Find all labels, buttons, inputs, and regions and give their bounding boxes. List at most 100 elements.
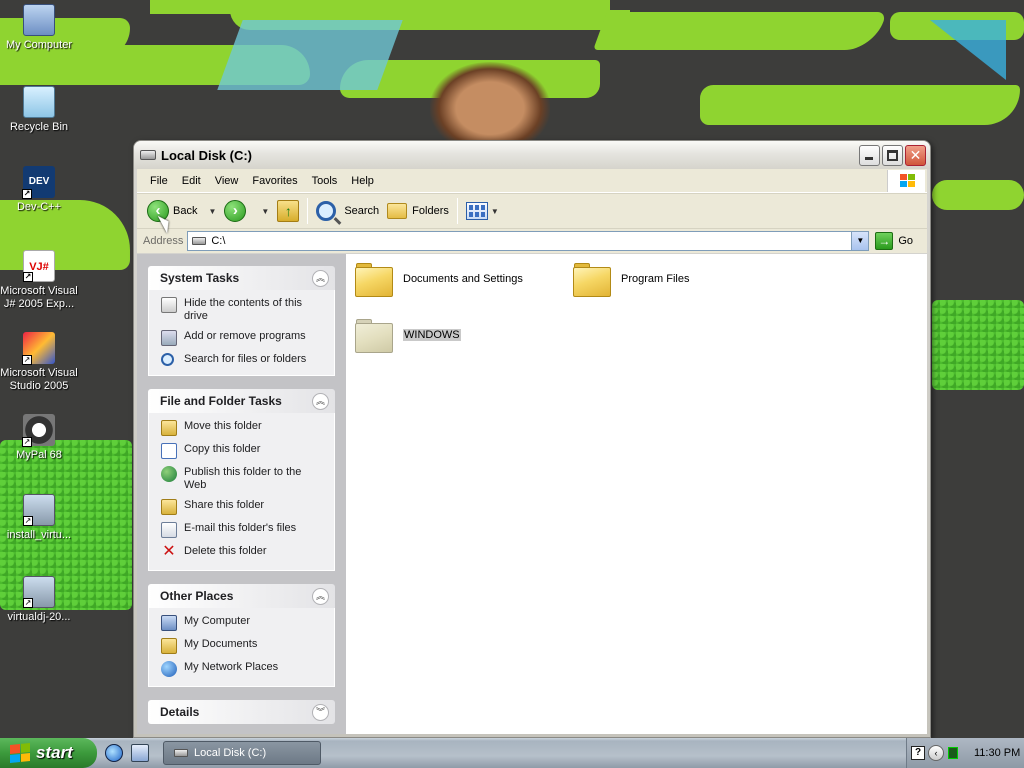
mypal-icon: ↗ bbox=[22, 414, 55, 447]
clock[interactable]: 11:30 PM bbox=[974, 747, 1020, 759]
expand-icon[interactable]: ︾ bbox=[312, 703, 329, 721]
panel-header[interactable]: File and Folder Tasks ︽ bbox=[148, 389, 335, 413]
start-button[interactable]: start bbox=[0, 738, 97, 768]
up-button[interactable]: ↑ bbox=[273, 196, 303, 226]
folder-item-selected[interactable]: WINDOWS bbox=[355, 317, 461, 353]
toolbar-separator bbox=[456, 198, 458, 224]
folders-icon bbox=[387, 203, 408, 219]
menu-edit[interactable]: Edit bbox=[175, 171, 208, 191]
task-move-folder[interactable]: Move this folder bbox=[161, 420, 326, 436]
search-icon bbox=[161, 353, 174, 366]
collapse-icon[interactable]: ︽ bbox=[312, 587, 329, 605]
drive-icon bbox=[174, 749, 188, 757]
task-publish-folder[interactable]: Publish this folder to the Web bbox=[161, 466, 326, 492]
desktop-icon-visual-studio[interactable]: ↗ Microsoft Visual Studio 2005 bbox=[0, 332, 78, 393]
place-my-computer[interactable]: My Computer bbox=[161, 615, 326, 631]
system-tray: ? ‹ 11:30 PM bbox=[906, 738, 1024, 768]
folder-icon bbox=[355, 261, 393, 297]
recycle-bin-icon bbox=[23, 86, 55, 118]
dev-cpp-icon: DEV ↗ bbox=[22, 166, 55, 199]
show-desktop-icon[interactable] bbox=[131, 744, 149, 762]
internet-explorer-icon[interactable] bbox=[105, 744, 123, 762]
task-share-folder[interactable]: Share this folder bbox=[161, 499, 326, 515]
my-computer-icon bbox=[161, 615, 177, 631]
folder-icon bbox=[355, 317, 393, 353]
file-list-view[interactable]: Documents and Settings Program Files WIN… bbox=[346, 254, 927, 734]
folders-button[interactable]: Folders bbox=[383, 196, 453, 226]
go-arrow-icon: → bbox=[875, 232, 894, 250]
desktop-icon-install-virtualdj[interactable]: ↗ install_virtu... bbox=[0, 494, 78, 542]
visual-studio-icon: ↗ bbox=[22, 332, 55, 365]
minimize-button[interactable] bbox=[859, 144, 880, 166]
task-add-remove-programs[interactable]: Add or remove programs bbox=[161, 330, 326, 346]
my-documents-icon bbox=[161, 638, 177, 654]
folder-item[interactable]: Documents and Settings bbox=[355, 261, 523, 297]
publish-web-icon bbox=[161, 466, 177, 482]
desktop-icon-dev-cpp[interactable]: DEV ↗ Dev-C++ bbox=[0, 166, 78, 214]
task-hide-drive-contents[interactable]: Hide the contents of this drive bbox=[161, 297, 326, 323]
panel-system-tasks: System Tasks ︽ Hide the contents of this… bbox=[148, 266, 335, 376]
chevron-left-icon[interactable]: ‹ bbox=[928, 745, 944, 761]
address-dropdown-button[interactable]: ▼ bbox=[851, 232, 869, 250]
forward-button[interactable]: › bbox=[220, 196, 254, 226]
back-dropdown-button[interactable]: ▼ bbox=[201, 196, 220, 226]
place-my-network-places[interactable]: My Network Places bbox=[161, 661, 326, 677]
panel-header[interactable]: Details ︾ bbox=[148, 700, 335, 724]
task-pane: System Tasks ︽ Hide the contents of this… bbox=[137, 254, 346, 734]
menu-file[interactable]: File bbox=[143, 171, 175, 191]
address-value: C:\ bbox=[211, 235, 226, 247]
toolbar-separator bbox=[307, 198, 309, 224]
desktop-icon-my-computer[interactable]: My Computer bbox=[0, 4, 78, 52]
title-bar[interactable]: Local Disk (C:) ✕ bbox=[134, 141, 930, 169]
collapse-icon[interactable]: ︽ bbox=[312, 269, 329, 287]
chevron-down-icon: ▼ bbox=[261, 206, 270, 216]
my-computer-icon bbox=[23, 4, 55, 36]
views-icon bbox=[465, 202, 488, 220]
views-button[interactable]: ▼ bbox=[462, 196, 503, 226]
explorer-window: Local Disk (C:) ✕ File Edit View Favorit… bbox=[133, 140, 931, 738]
folder-icon bbox=[573, 261, 611, 297]
search-button[interactable]: Search bbox=[312, 196, 383, 226]
help-icon[interactable]: ? bbox=[911, 746, 925, 760]
task-email-files[interactable]: E-mail this folder's files bbox=[161, 522, 326, 538]
address-bar: Address C:\ ▼ → Go bbox=[137, 229, 927, 253]
folder-item[interactable]: Program Files bbox=[573, 261, 689, 297]
panel-other-places: Other Places ︽ My Computer My Documents … bbox=[148, 584, 335, 687]
task-copy-folder[interactable]: Copy this folder bbox=[161, 443, 326, 459]
forward-dropdown-button[interactable]: ▼ bbox=[254, 196, 273, 226]
windows-logo-icon bbox=[10, 742, 30, 764]
go-button[interactable]: → Go bbox=[869, 232, 927, 250]
window-content: System Tasks ︽ Hide the contents of this… bbox=[137, 254, 927, 734]
network-places-icon bbox=[161, 661, 177, 677]
desktop-icon-visual-jsharp[interactable]: VJ# ↗ Microsoft Visual J# 2005 Exp... bbox=[0, 250, 78, 311]
taskbar: start Local Disk (C:) ? ‹ 11:30 PM bbox=[0, 738, 1024, 768]
chevron-down-icon: ▼ bbox=[208, 206, 217, 216]
menu-help[interactable]: Help bbox=[344, 171, 381, 191]
taskbar-button-local-disk[interactable]: Local Disk (C:) bbox=[163, 741, 321, 765]
share-folder-icon bbox=[161, 499, 177, 515]
collapse-icon[interactable]: ︽ bbox=[312, 392, 329, 410]
desktop-icon-mypal[interactable]: ↗ MyPal 68 bbox=[0, 414, 78, 462]
task-delete-folder[interactable]: ✕ Delete this folder bbox=[161, 543, 326, 561]
panel-header[interactable]: System Tasks ︽ bbox=[148, 266, 335, 290]
drive-icon bbox=[192, 237, 207, 245]
panel-header[interactable]: Other Places ︽ bbox=[148, 584, 335, 608]
place-my-documents[interactable]: My Documents bbox=[161, 638, 326, 654]
maximize-button[interactable] bbox=[882, 144, 903, 166]
back-button[interactable]: ‹ Back bbox=[143, 196, 201, 226]
email-icon bbox=[161, 522, 177, 538]
hide-contents-icon bbox=[161, 297, 177, 313]
close-icon: ✕ bbox=[909, 146, 922, 163]
menu-tools[interactable]: Tools bbox=[305, 171, 345, 191]
close-button[interactable]: ✕ bbox=[905, 144, 926, 166]
menu-bar: File Edit View Favorites Tools Help bbox=[137, 169, 927, 193]
task-search-files[interactable]: Search for files or folders bbox=[161, 353, 326, 366]
menu-view[interactable]: View bbox=[208, 171, 246, 191]
desktop-icon-recycle-bin[interactable]: Recycle Bin bbox=[0, 86, 78, 134]
address-input[interactable]: C:\ ▼ bbox=[187, 231, 870, 251]
menu-favorites[interactable]: Favorites bbox=[245, 171, 304, 191]
chevron-down-icon: ▼ bbox=[490, 206, 499, 216]
delete-icon: ✕ bbox=[162, 543, 176, 560]
desktop-icon-virtualdj[interactable]: ↗ virtualdj-20... bbox=[0, 576, 78, 624]
tray-app-icon[interactable] bbox=[948, 747, 958, 759]
